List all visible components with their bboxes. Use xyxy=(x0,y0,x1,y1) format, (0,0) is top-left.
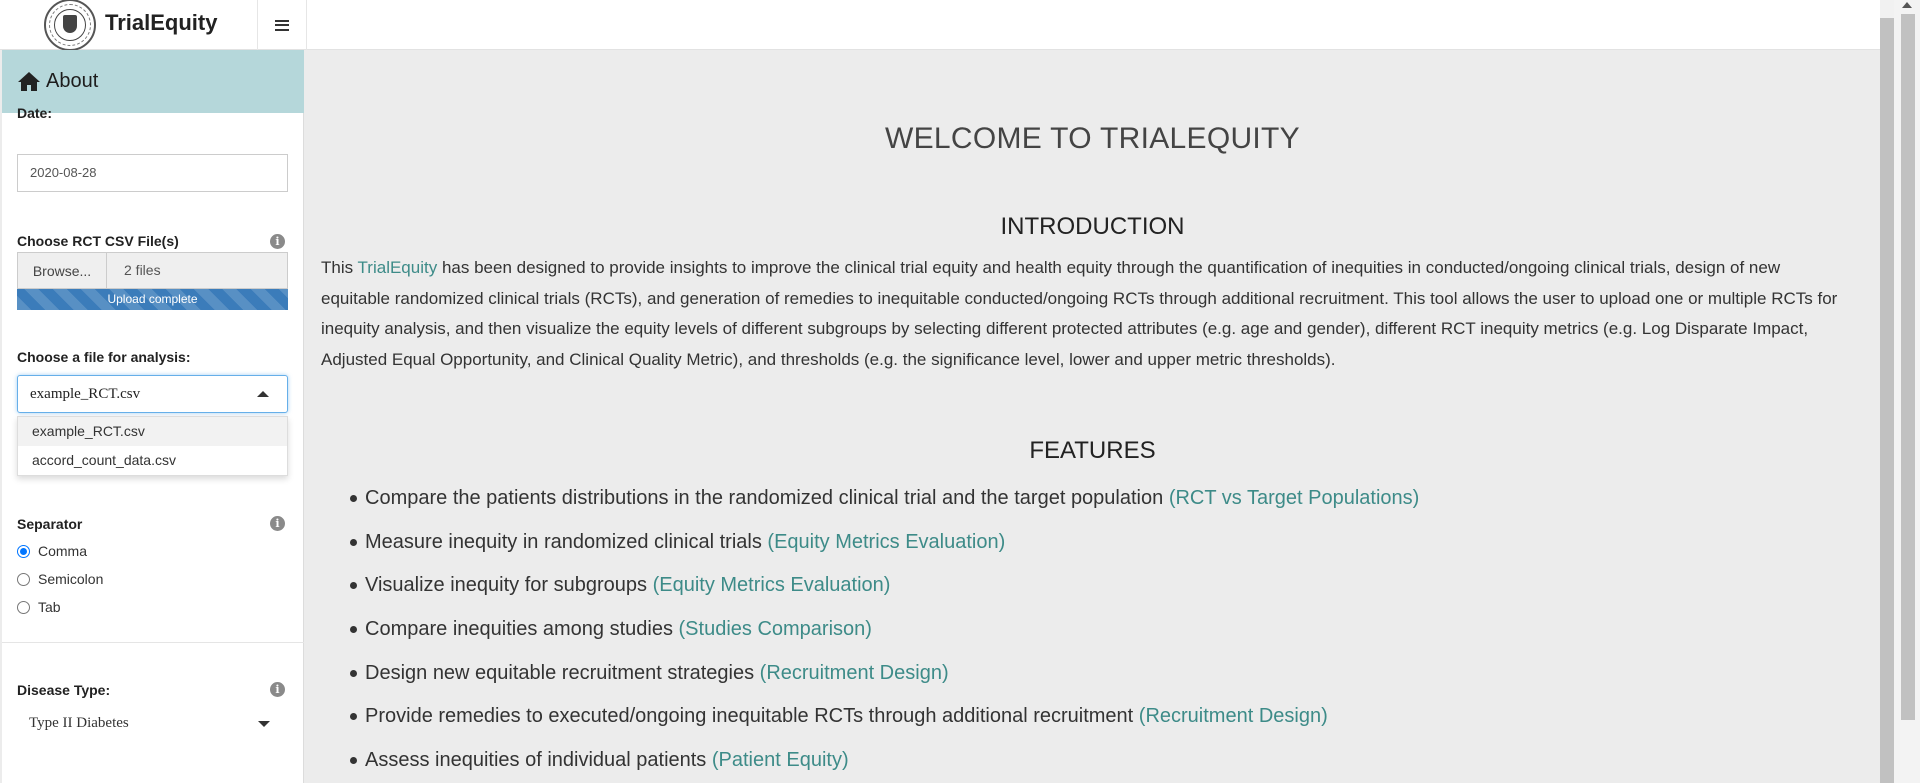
sidebar-item-label: About xyxy=(46,70,99,92)
disease-type-value: Type II Diabetes xyxy=(29,715,129,731)
intro-paragraph: This TrialEquity has been designed to pr… xyxy=(321,253,1851,375)
disease-type-select[interactable]: Type II Diabetes xyxy=(17,705,288,741)
scrollbar-thumb[interactable] xyxy=(1901,14,1915,720)
features-heading: FEATURES xyxy=(1029,437,1156,464)
disease-type-label: Disease Type: xyxy=(17,682,111,698)
date-input[interactable]: 2020-08-28 xyxy=(17,154,288,192)
caret-up-icon xyxy=(257,391,269,397)
radio-semicolon[interactable]: Semicolon xyxy=(17,571,103,587)
info-icon[interactable]: i xyxy=(270,682,285,697)
browse-button[interactable]: Browse... xyxy=(17,252,107,289)
feature-link[interactable]: (Patient Equity) xyxy=(712,749,849,771)
radio-label: Semicolon xyxy=(38,571,104,587)
intro-text: This xyxy=(321,258,358,277)
scrollbar-track[interactable] xyxy=(1880,0,1894,783)
sidebar: About Date: 2020-08-28 Choose RCT CSV Fi… xyxy=(2,50,304,783)
hamburger-icon xyxy=(275,17,289,33)
list-item: Compare inequities among studies (Studie… xyxy=(350,611,1815,655)
home-icon xyxy=(18,71,40,92)
feature-link[interactable]: (Recruitment Design) xyxy=(1139,705,1328,727)
list-item: Assess inequities of individual patients… xyxy=(350,742,1815,783)
feature-link[interactable]: (Recruitment Design) xyxy=(760,662,949,684)
analysis-file-label: Choose a file for analysis: xyxy=(17,349,191,365)
intro-text: has been designed to provide insights to… xyxy=(321,258,1838,369)
divider xyxy=(2,642,304,643)
feature-link[interactable]: (Equity Metrics Evaluation) xyxy=(653,574,891,596)
radio-button[interactable] xyxy=(17,572,30,586)
info-icon[interactable]: i xyxy=(270,234,285,249)
brand[interactable]: TrialEquity xyxy=(0,0,258,51)
scrollbar-thumb[interactable] xyxy=(1880,18,1894,783)
radio-label: Comma xyxy=(38,543,88,559)
list-item: Compare the patients distributions in th… xyxy=(350,480,1815,524)
sidebar-item-about[interactable]: About xyxy=(2,50,304,113)
separator-label: Separator xyxy=(17,516,83,532)
intro-heading: INTRODUCTION xyxy=(1000,213,1185,240)
radio-label: Tab xyxy=(38,599,61,615)
radio-tab[interactable]: Tab xyxy=(17,599,61,615)
analysis-file-dropdown: example_RCT.csv accord_count_data.csv xyxy=(17,416,288,476)
page-title: WELCOME TO TRIALEQUITY xyxy=(884,122,1300,155)
list-item: Provide remedies to executed/ongoing ine… xyxy=(350,698,1815,742)
list-item: Design new equitable recruitment strateg… xyxy=(350,655,1815,699)
top-header: TrialEquity xyxy=(0,0,1880,51)
main-content: WELCOME TO TRIALEQUITY INTRODUCTION This… xyxy=(305,50,1880,783)
trialequity-link[interactable]: TrialEquity xyxy=(358,258,438,277)
rct-files-label: Choose RCT CSV File(s) xyxy=(17,233,179,249)
dropdown-option[interactable]: example_RCT.csv xyxy=(18,417,287,446)
radio-button[interactable] xyxy=(17,600,30,614)
sidebar-toggle-button[interactable] xyxy=(258,0,307,50)
feature-link[interactable]: (Equity Metrics Evaluation) xyxy=(767,531,1005,553)
chevron-down-icon xyxy=(258,721,270,727)
feature-link[interactable]: (RCT vs Target Populations) xyxy=(1169,487,1419,509)
file-count-text: 2 files xyxy=(107,252,288,289)
features-list: Compare the patients distributions in th… xyxy=(350,480,1815,783)
list-item: Visualize inequity for subgroups (Equity… xyxy=(350,567,1815,611)
page-scrollbar[interactable] xyxy=(1880,0,1920,783)
info-icon[interactable]: i xyxy=(270,516,285,531)
analysis-file-value: example_RCT.csv xyxy=(30,386,141,402)
file-upload: Browse... 2 files xyxy=(17,252,288,289)
radio-comma[interactable]: Comma xyxy=(17,543,87,559)
scroll-up-icon[interactable] xyxy=(1902,2,1912,8)
analysis-file-select[interactable]: example_RCT.csv xyxy=(17,375,288,413)
radio-button[interactable] xyxy=(17,544,30,558)
app-title: TrialEquity xyxy=(105,10,218,35)
date-label: Date: xyxy=(17,105,53,121)
list-item: Measure inequity in randomized clinical … xyxy=(350,524,1815,568)
upload-progress-bar: Upload complete xyxy=(17,289,288,310)
university-seal-icon xyxy=(44,0,96,51)
dropdown-option[interactable]: accord_count_data.csv xyxy=(18,446,287,475)
feature-link[interactable]: (Studies Comparison) xyxy=(679,618,872,640)
